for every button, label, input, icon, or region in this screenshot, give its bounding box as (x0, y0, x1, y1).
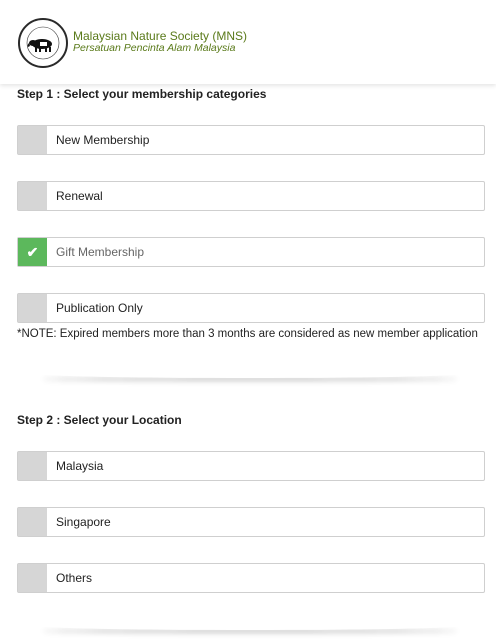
checkbox[interactable] (18, 508, 47, 536)
option-label: Gift Membership (56, 245, 145, 259)
checkbox[interactable] (18, 294, 47, 322)
step1-title: Step 1 : Select your membership categori… (17, 87, 267, 101)
option-singapore[interactable]: Singapore (17, 507, 485, 537)
check-icon (18, 452, 47, 480)
check-icon: ✔ (26, 244, 39, 260)
check-icon (18, 126, 47, 154)
option-label: Singapore (56, 515, 111, 529)
checkbox[interactable] (18, 182, 47, 210)
option-label: Malaysia (56, 459, 104, 473)
step2-title: Step 2 : Select your Location (17, 413, 182, 427)
site-header: Malaysian Nature Society (MNS) Persatuan… (0, 0, 496, 84)
check-icon (18, 294, 47, 322)
option-label: New Membership (56, 133, 150, 147)
mns-logo[interactable] (18, 18, 68, 68)
org-subtitle: Persatuan Pencinta Alam Malaysia (73, 42, 236, 54)
check-icon (18, 564, 47, 592)
checkbox[interactable] (18, 452, 47, 480)
option-new-membership[interactable]: New Membership (17, 125, 485, 155)
check-icon (18, 182, 47, 210)
option-label: Others (56, 571, 93, 585)
check-icon (18, 508, 47, 536)
section-divider (40, 622, 460, 630)
section-divider (40, 370, 460, 378)
option-label: Publication Only (56, 301, 143, 315)
option-renewal[interactable]: Renewal (17, 181, 485, 211)
option-gift-membership[interactable]: ✔ Gift Membership (17, 237, 485, 267)
checkbox[interactable] (18, 564, 47, 592)
tapir-logo-icon (26, 26, 60, 60)
option-label: Renewal (56, 189, 103, 203)
org-name: Malaysian Nature Society (MNS) (73, 29, 248, 43)
membership-note: *NOTE: Expired members more than 3 month… (17, 328, 478, 340)
checkbox[interactable]: ✔ (18, 238, 47, 266)
checkbox[interactable] (18, 126, 47, 154)
option-publication-only[interactable]: Publication Only (17, 293, 485, 323)
option-malaysia[interactable]: Malaysia (17, 451, 485, 481)
option-others[interactable]: Others (17, 563, 485, 593)
